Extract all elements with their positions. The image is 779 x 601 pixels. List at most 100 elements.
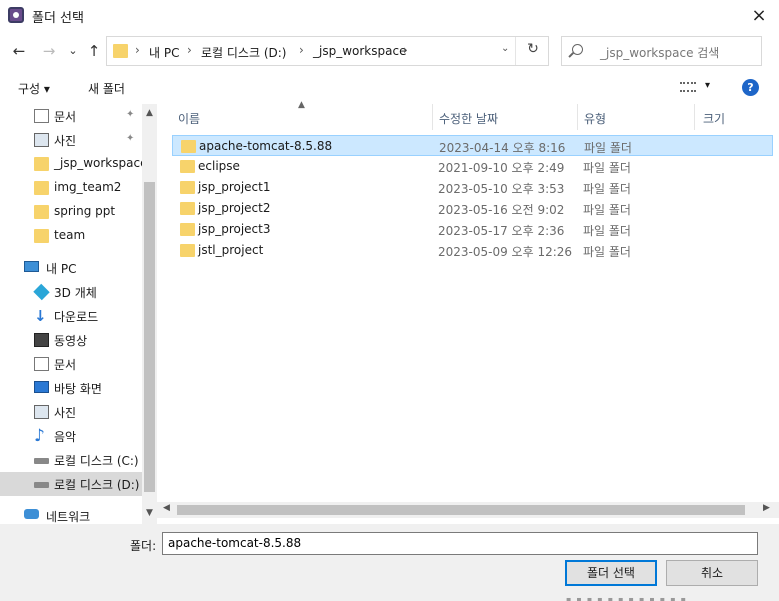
video-icon <box>34 333 49 347</box>
breadcrumb-separator[interactable]: › <box>299 43 304 57</box>
file-type: 파일 폴더 <box>583 245 631 259</box>
sidebar-item-my-pc[interactable]: 내 PC <box>0 256 142 280</box>
cancel-button[interactable]: 취소 <box>666 560 758 586</box>
file-row[interactable]: apache-tomcat-8.5.88 2023-04-14 오후 8:16 … <box>172 135 773 156</box>
scrollbar-thumb[interactable] <box>177 505 745 515</box>
sidebar-item-label: spring ppt <box>54 204 116 218</box>
forward-button[interactable]: → <box>38 40 60 62</box>
sidebar-item-label: 바탕 화면 <box>54 382 102 396</box>
sidebar-item-label: img_team2 <box>54 180 122 194</box>
view-options-icon[interactable] <box>680 82 696 92</box>
drive-icon <box>34 458 49 464</box>
navigation-bar: ← → ⌄ ↑ › 내 PC › 로컬 디스크 (D:) › _jsp_work… <box>0 32 779 70</box>
breadcrumb-jsp-workspace[interactable]: _jsp_workspace <box>313 44 406 58</box>
sidebar-item-3d-objects[interactable]: 3D 개체 <box>0 280 142 304</box>
3d-objects-icon <box>33 283 50 301</box>
file-date: 2023-05-17 오후 2:36 <box>438 224 565 238</box>
file-type: 파일 폴더 <box>583 161 631 175</box>
sidebar-item-drive-d[interactable]: 로컬 디스크 (D:) <box>0 472 142 496</box>
column-label: 크기 <box>703 112 726 126</box>
sidebar-item-label: 사진 <box>54 406 77 420</box>
file-row[interactable]: jsp_project2 2023-05-16 오전 9:02 파일 폴더 <box>172 198 773 219</box>
sidebar-scrollbar[interactable]: ▲ ▼ <box>142 104 157 524</box>
address-bar[interactable]: › 내 PC › 로컬 디스크 (D:) › _jsp_workspace › … <box>106 36 549 66</box>
folder-icon <box>181 140 196 153</box>
folder-name-input[interactable]: apache-tomcat-8.5.88 <box>162 532 758 555</box>
file-type: 파일 폴더 <box>583 203 631 217</box>
pin-icon: ✦ <box>126 109 135 120</box>
address-dropdown-icon[interactable]: ⌄ <box>501 43 509 54</box>
column-header-type[interactable]: 유형 <box>578 104 693 130</box>
sidebar-item-label: 문서 <box>54 110 77 124</box>
breadcrumb-separator[interactable]: › <box>187 43 192 57</box>
file-row[interactable]: jsp_project3 2023-05-17 오후 2:36 파일 폴더 <box>172 219 773 240</box>
music-icon: ♪ <box>34 426 45 446</box>
sidebar-item-team[interactable]: team <box>0 224 142 248</box>
sidebar-item-label: 사진 <box>54 134 77 148</box>
folder-icon <box>180 244 195 257</box>
sidebar-item-documents[interactable]: 문서 <box>0 352 142 376</box>
breadcrumb-separator[interactable]: › <box>403 43 408 57</box>
folder-icon <box>180 160 195 173</box>
back-button[interactable]: ← <box>8 40 30 62</box>
document-icon <box>34 357 49 371</box>
scroll-right-icon[interactable]: ▶ <box>763 503 770 513</box>
file-list-pane: ▲ 이름 수정한 날짜 유형 크기 apache-tomcat-8.5.88 2… <box>157 100 779 524</box>
close-button[interactable]: × <box>744 2 774 30</box>
column-header-size[interactable]: 크기 <box>695 104 775 130</box>
folder-icon <box>34 157 49 171</box>
desktop-icon <box>34 381 49 393</box>
sidebar-item-img-team2[interactable]: img_team2 <box>0 176 142 200</box>
sidebar-item-network[interactable]: 네트워크 <box>0 504 142 524</box>
sidebar-item-pictures-pinned[interactable]: 사진 ✦ <box>0 128 142 152</box>
up-button[interactable]: ↑ <box>83 40 105 62</box>
sidebar-item-label: 다운로드 <box>54 310 99 324</box>
column-header-name[interactable]: 이름 <box>172 104 432 130</box>
address-divider <box>515 37 516 65</box>
file-date: 2023-05-10 오후 3:53 <box>438 182 565 196</box>
sidebar-item-videos[interactable]: 동영상 <box>0 328 142 352</box>
resize-grip[interactable]: ▪▪▪▪▪▪▪▪▪▪▪▪ <box>566 595 691 601</box>
sidebar-item-label: _jsp_workspace <box>54 156 148 170</box>
horizontal-scrollbar[interactable]: ◀ ▶ <box>157 502 779 518</box>
help-icon[interactable]: ? <box>742 79 759 96</box>
file-date: 2021-09-10 오후 2:49 <box>438 161 565 175</box>
sidebar-item-jsp-workspace[interactable]: _jsp_workspace <box>0 152 147 176</box>
sidebar-item-label: team <box>54 228 86 242</box>
column-label: 수정한 날짜 <box>439 112 499 126</box>
organize-button[interactable]: 구성 ▾ <box>18 80 50 97</box>
sidebar-item-downloads[interactable]: ↓ 다운로드 <box>0 304 142 328</box>
search-icon <box>572 44 583 55</box>
scroll-left-icon[interactable]: ◀ <box>163 503 170 513</box>
scroll-down-icon[interactable]: ▼ <box>144 508 155 518</box>
sidebar-item-documents-pinned[interactable]: 문서 ✦ <box>0 104 142 128</box>
scroll-up-icon[interactable]: ▲ <box>144 108 155 118</box>
sidebar-item-drive-c[interactable]: 로컬 디스크 (C:) <box>0 448 142 472</box>
sidebar-item-desktop[interactable]: 바탕 화면 <box>0 376 142 400</box>
sidebar-item-music[interactable]: ♪ 음악 <box>0 424 142 448</box>
title-bar: 폴더 선택 × <box>0 0 779 32</box>
column-header-date[interactable]: 수정한 날짜 <box>433 104 577 130</box>
pin-icon: ✦ <box>126 133 135 144</box>
breadcrumb-my-pc[interactable]: 내 PC <box>149 44 179 61</box>
scrollbar-thumb[interactable] <box>144 182 155 492</box>
view-dropdown[interactable]: ▾ <box>705 80 710 91</box>
recent-locations-button[interactable]: ⌄ <box>62 40 84 62</box>
file-row[interactable]: jsp_project1 2023-05-10 오후 3:53 파일 폴더 <box>172 177 773 198</box>
file-name: jstl_project <box>198 243 264 257</box>
sidebar-item-pictures[interactable]: 사진 <box>0 400 142 424</box>
pc-icon <box>24 261 39 272</box>
command-bar: 구성 ▾ 새 폴더 ▾ ? <box>0 70 779 104</box>
sidebar-item-spring-ppt[interactable]: spring ppt <box>0 200 142 224</box>
new-folder-button[interactable]: 새 폴더 <box>88 80 125 97</box>
file-row[interactable]: jstl_project 2023-05-09 오후 12:26 파일 폴더 <box>172 240 773 261</box>
refresh-button[interactable]: ↻ <box>521 41 545 61</box>
select-folder-button[interactable]: 폴더 선택 <box>565 560 657 586</box>
file-row[interactable]: eclipse 2021-09-10 오후 2:49 파일 폴더 <box>172 156 773 177</box>
search-box[interactable]: _jsp_workspace 검색 <box>561 36 762 66</box>
breadcrumb-drive-d[interactable]: 로컬 디스크 (D:) <box>201 44 286 61</box>
sidebar-item-label: 3D 개체 <box>54 286 97 300</box>
breadcrumb-separator[interactable]: › <box>135 43 140 57</box>
search-input[interactable]: _jsp_workspace 검색 <box>600 44 719 61</box>
file-type: 파일 폴더 <box>583 224 631 238</box>
